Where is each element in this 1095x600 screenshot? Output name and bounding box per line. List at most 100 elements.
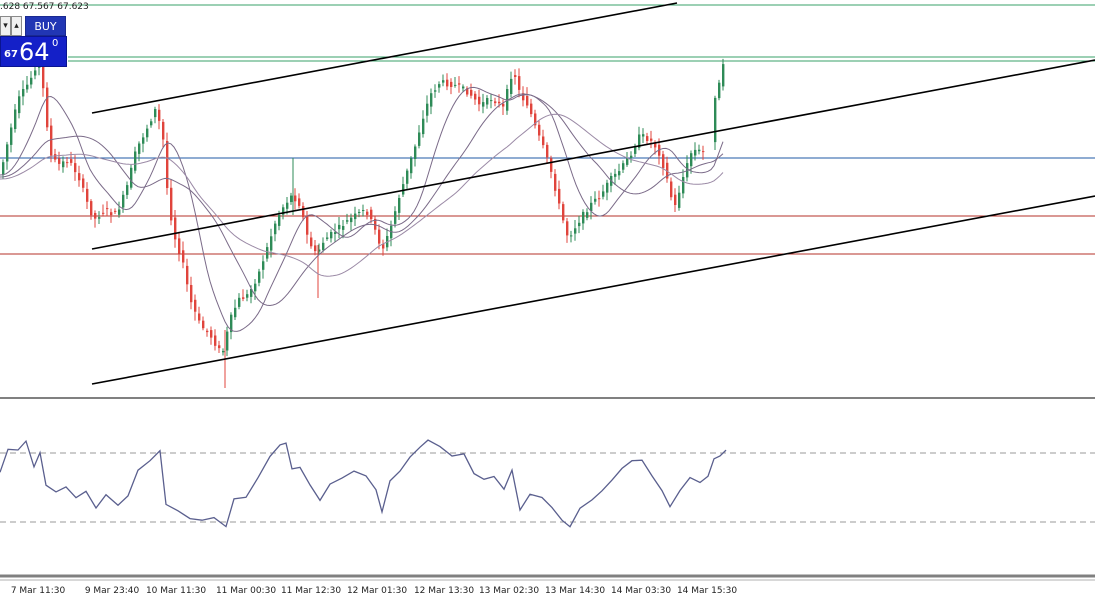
candle-body bbox=[242, 297, 245, 299]
candlestick bbox=[334, 223, 337, 243]
candlestick bbox=[626, 152, 629, 167]
candle-body bbox=[286, 202, 289, 209]
candle-body bbox=[518, 76, 521, 90]
candle-body bbox=[558, 188, 561, 204]
candlestick bbox=[614, 168, 617, 185]
candle-body bbox=[90, 201, 93, 216]
candle-body bbox=[530, 103, 533, 115]
candlestick bbox=[202, 316, 205, 331]
candlestick bbox=[106, 201, 109, 217]
candlestick bbox=[354, 206, 357, 226]
candle-body bbox=[394, 211, 397, 224]
candle-body bbox=[458, 83, 461, 85]
candlestick bbox=[78, 165, 81, 187]
price-main-digits: 64 bbox=[19, 38, 50, 66]
candle-body bbox=[438, 84, 441, 88]
candle-body bbox=[470, 89, 473, 96]
trend-channel-line bbox=[91, 59, 1095, 250]
price-chart[interactable] bbox=[0, 0, 1095, 600]
candle-body bbox=[454, 84, 457, 86]
candle-body bbox=[122, 194, 125, 208]
candle-body bbox=[22, 89, 25, 97]
candlestick bbox=[94, 210, 97, 228]
candle-body bbox=[410, 158, 413, 174]
candle-body bbox=[114, 210, 117, 212]
candle-body bbox=[226, 331, 229, 351]
candlestick bbox=[482, 93, 485, 114]
candle-body bbox=[166, 141, 169, 188]
candle-body bbox=[362, 210, 365, 211]
candlestick bbox=[66, 157, 69, 168]
candle-body bbox=[70, 159, 73, 163]
candlestick bbox=[486, 95, 489, 109]
candlestick bbox=[662, 150, 665, 176]
candle-body bbox=[398, 198, 401, 213]
candle-body bbox=[142, 137, 145, 144]
moving-average-line bbox=[0, 86, 724, 332]
candlestick bbox=[326, 232, 329, 241]
one-click-trading-panel: ▾ ▴ BUY 67 64 0 bbox=[0, 16, 67, 67]
candlestick bbox=[10, 123, 13, 153]
candle-body bbox=[218, 345, 221, 349]
candle-body bbox=[498, 101, 501, 104]
candlestick bbox=[490, 94, 493, 109]
candlestick bbox=[162, 119, 165, 148]
candle-body bbox=[270, 236, 273, 251]
candlestick bbox=[582, 209, 585, 230]
candle-body bbox=[154, 109, 157, 118]
candle-body bbox=[578, 222, 581, 227]
candlestick bbox=[386, 228, 389, 252]
candle-body bbox=[614, 173, 617, 177]
volume-down-button[interactable]: ▾ bbox=[0, 16, 11, 36]
candlestick bbox=[182, 241, 185, 269]
candlestick bbox=[554, 169, 557, 197]
candle-body bbox=[74, 163, 77, 173]
candle-body bbox=[258, 271, 261, 283]
candle-body bbox=[130, 167, 133, 188]
candlestick bbox=[446, 73, 449, 91]
candle-body bbox=[674, 194, 677, 205]
candle-body bbox=[514, 75, 517, 77]
candlestick bbox=[166, 132, 169, 195]
candlestick bbox=[514, 69, 517, 85]
candle-body bbox=[714, 97, 717, 143]
candlestick bbox=[586, 208, 589, 221]
candle-body bbox=[338, 224, 341, 230]
candlestick bbox=[570, 230, 573, 243]
candlestick bbox=[562, 201, 565, 224]
buy-price-button[interactable]: 67 64 0 bbox=[0, 36, 67, 67]
candlestick bbox=[550, 155, 553, 179]
candlestick bbox=[134, 146, 137, 174]
candle-body bbox=[690, 153, 693, 167]
candlestick bbox=[258, 268, 261, 287]
candlestick bbox=[158, 104, 161, 130]
candle-body bbox=[606, 182, 609, 193]
candlestick bbox=[246, 289, 249, 302]
volume-up-button[interactable]: ▴ bbox=[11, 16, 22, 36]
candle-body bbox=[554, 173, 557, 191]
candlestick bbox=[430, 88, 433, 115]
candlestick bbox=[722, 58, 725, 91]
candle-body bbox=[570, 235, 573, 237]
candlestick bbox=[454, 77, 457, 88]
candle-body bbox=[54, 154, 57, 160]
candle-body bbox=[298, 198, 301, 206]
candle-body bbox=[174, 217, 177, 240]
candle-body bbox=[430, 93, 433, 107]
candlestick bbox=[346, 213, 349, 225]
candle-body bbox=[330, 232, 333, 239]
chart-window: .628 67.567 67.623 ▾ ▴ BUY 67 64 0 7 Mar… bbox=[0, 0, 1095, 600]
candle-body bbox=[550, 158, 553, 172]
candlestick bbox=[226, 326, 229, 357]
candle-body bbox=[510, 78, 513, 94]
candle-body bbox=[190, 285, 193, 303]
buy-button[interactable]: BUY bbox=[25, 16, 66, 36]
candle-body bbox=[274, 223, 277, 235]
candlestick bbox=[650, 130, 653, 149]
candlestick bbox=[6, 141, 9, 170]
candlestick bbox=[474, 91, 477, 105]
candlestick bbox=[186, 258, 189, 292]
candle-body bbox=[406, 170, 409, 184]
candle-body bbox=[642, 134, 645, 137]
time-axis-label: 10 Mar 11:30 bbox=[145, 586, 207, 596]
